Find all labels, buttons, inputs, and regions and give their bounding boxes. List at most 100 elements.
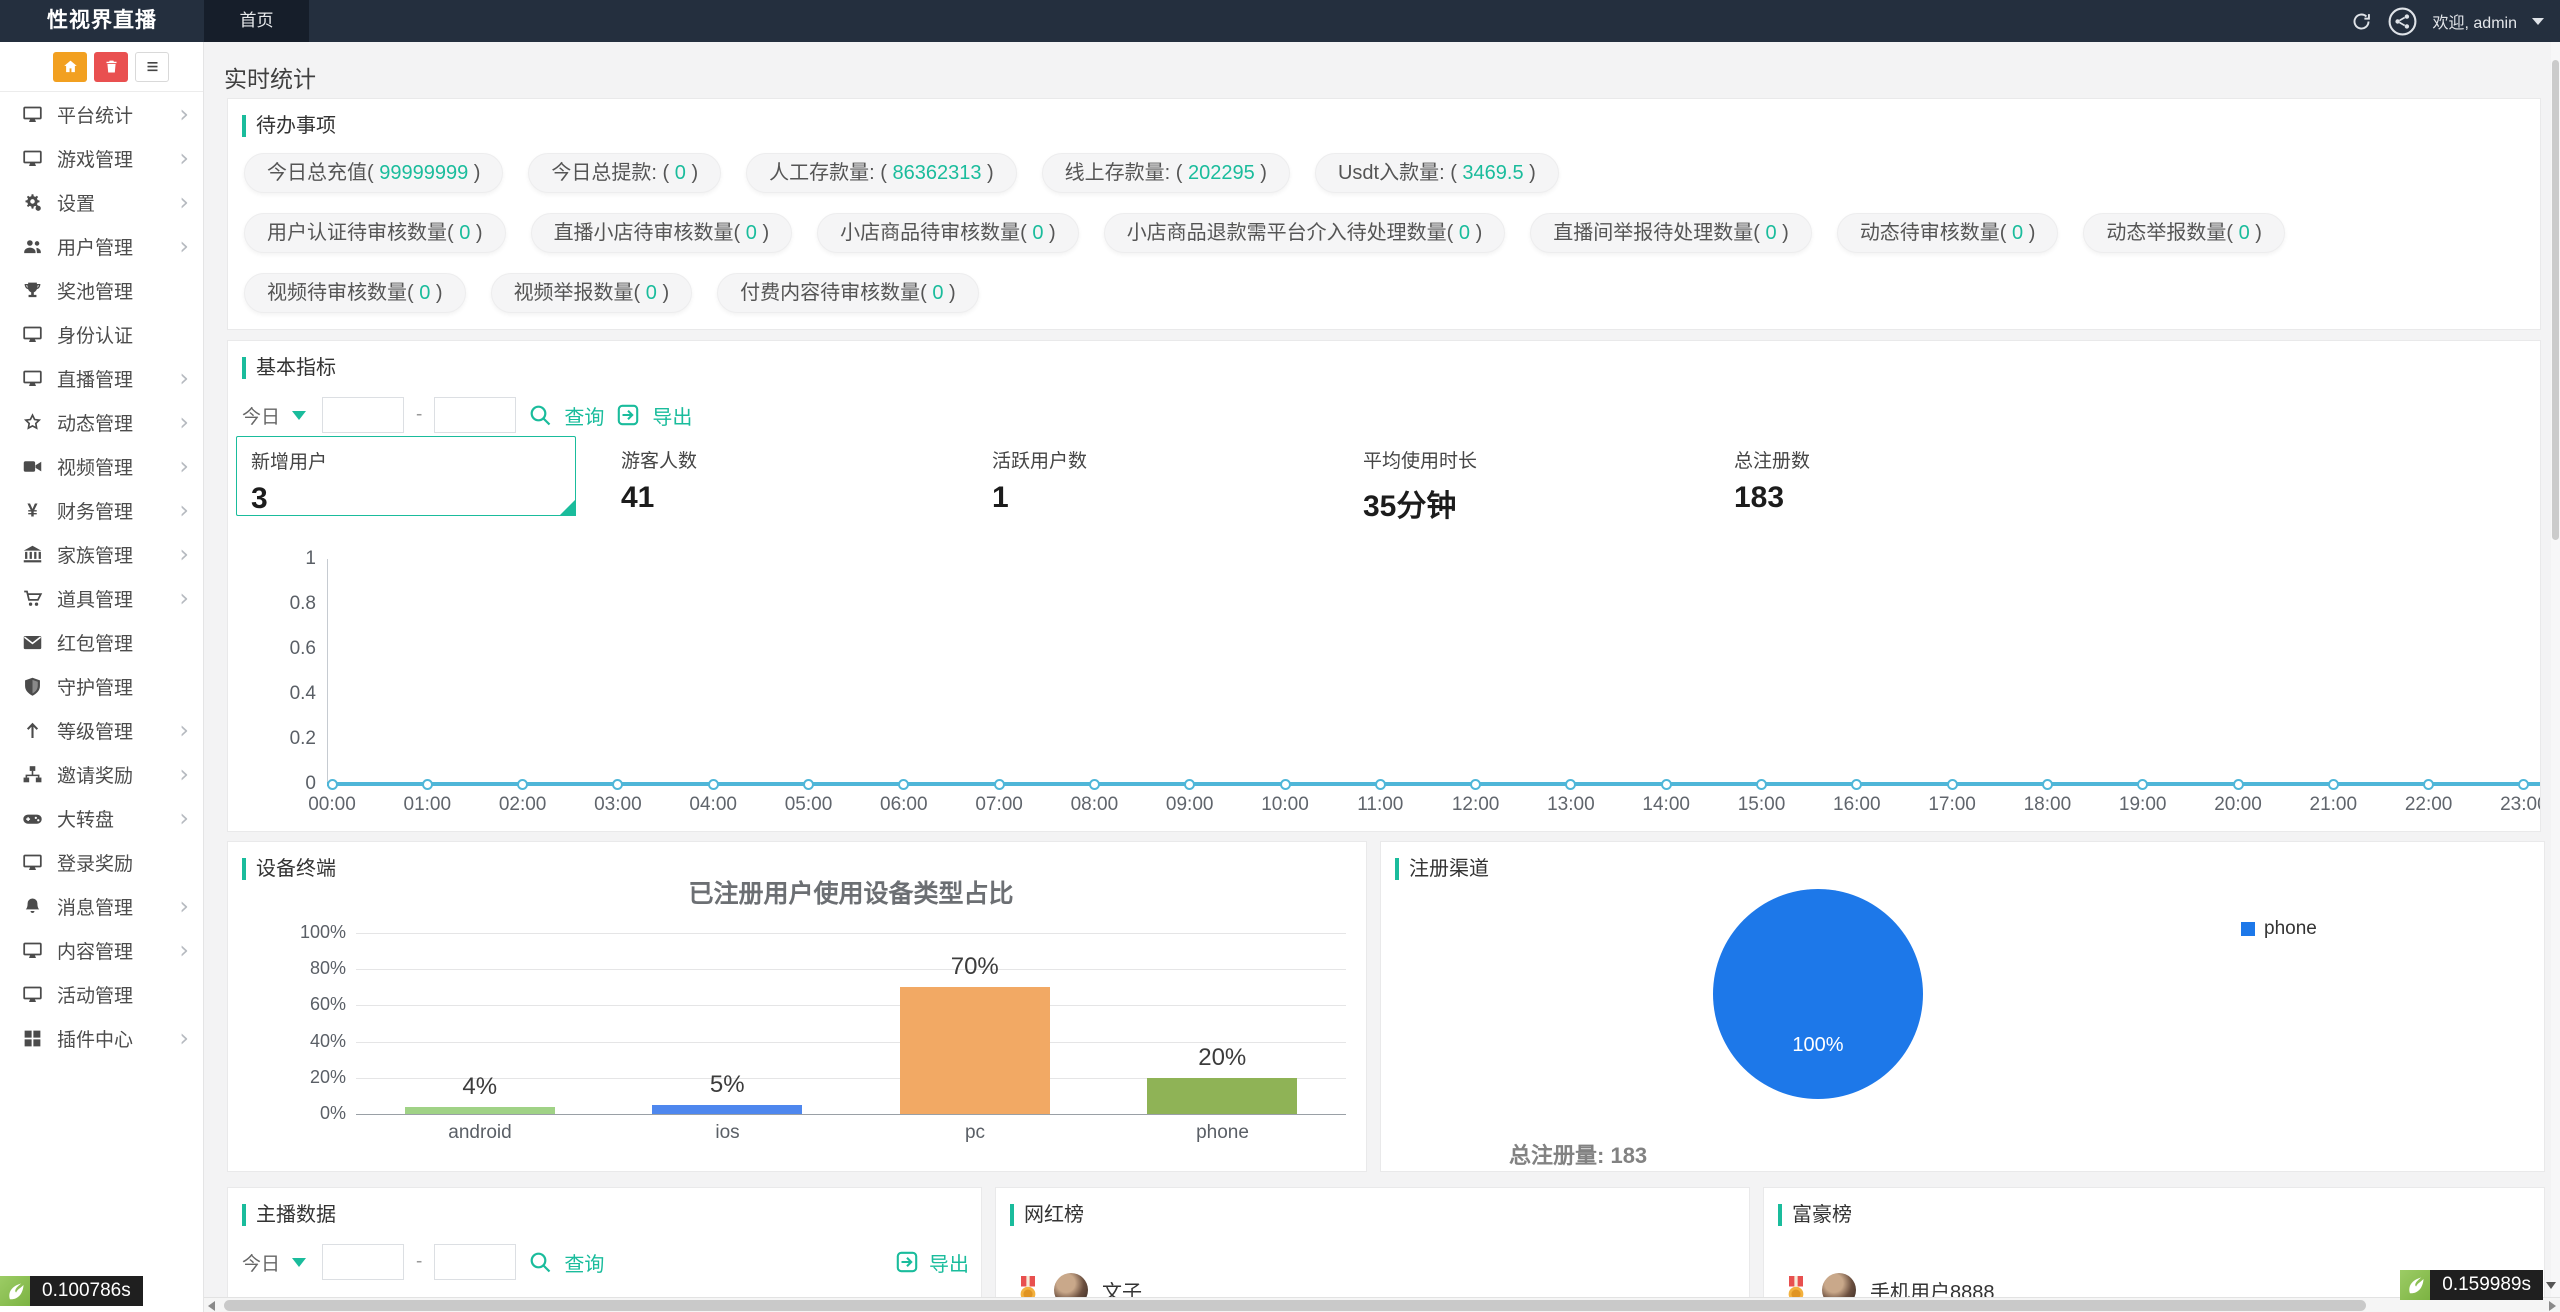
export-button[interactable]: 导出	[652, 401, 692, 430]
todo-pill[interactable]: 人工存款量: ( 86362313 )	[746, 153, 1017, 193]
data-point	[1088, 779, 1100, 790]
sidebar-item-login-rewards[interactable]: 登录奖励	[0, 840, 203, 884]
todo-pill[interactable]: Usdt入款量: ( 3469.5 )	[1314, 153, 1559, 193]
metric-tab-3[interactable]: 平均使用时长 35分钟	[1349, 436, 1720, 523]
todo-pill[interactable]: 小店商品退款需平台介入待处理数量( 0 )	[1103, 213, 1506, 253]
todo-pill[interactable]: 付费内容待审核数量( 0 )	[717, 273, 979, 313]
y-axis-tick: 0.6	[289, 638, 316, 659]
tab-home-label: 首页	[239, 11, 274, 30]
chevron-right-icon: ›	[179, 188, 189, 216]
query-button[interactable]: 查询	[564, 401, 604, 430]
metrics-card: 基本指标 今日 - 查询 导出 新增用户 3 游客人数 41 活跃用户数 1 平均使用时长 3…	[227, 340, 2541, 832]
todo-pill[interactable]: 线上存款量: ( 202295 )	[1041, 153, 1290, 193]
metric-tab-1[interactable]: 游客人数 41	[607, 436, 978, 516]
x-axis-tick: ios	[715, 1122, 740, 1143]
todo-pill[interactable]: 直播间举报待处理数量( 0 )	[1530, 213, 1812, 253]
todo-pill[interactable]: 动态举报数量( 0 )	[2083, 213, 2285, 253]
todo-pill[interactable]: 今日总提款: ( 0 )	[528, 153, 722, 193]
bell-icon	[22, 896, 43, 917]
todo-pill[interactable]: 用户认证待审核数量( 0 )	[244, 213, 506, 253]
sidebar-item-prize-pool[interactable]: 奖池管理	[0, 268, 203, 312]
sidebar-item-game-management[interactable]: 游戏管理 ›	[0, 136, 203, 180]
render-time: 0.159989s	[2430, 1270, 2543, 1300]
debug-trace-left[interactable]: 0.100786s	[0, 1276, 143, 1306]
todo-pill[interactable]: 小店商品待审核数量( 0 )	[817, 213, 1079, 253]
data-point	[1470, 779, 1482, 790]
sidebar-item-plugin-center[interactable]: 插件中心 ›	[0, 1016, 203, 1060]
sidebar-item-family-management[interactable]: 家族管理 ›	[0, 532, 203, 576]
list-item[interactable]: 手机用户8888	[1784, 1273, 1995, 1297]
x-axis-tick: 10:00	[1261, 794, 1309, 815]
sidebar-item-lucky-wheel[interactable]: 大转盘 ›	[0, 796, 203, 840]
todo-pill[interactable]: 今日总充值( 99999999 )	[244, 153, 504, 193]
query-button[interactable]: 查询	[564, 1248, 604, 1277]
sidebar-item-content-management[interactable]: 内容管理 ›	[0, 928, 203, 972]
sidebar-item-settings[interactable]: 设置 ›	[0, 180, 203, 224]
horizontal-scrollbar-thumb[interactable]	[224, 1300, 2366, 1311]
metric-tab-0[interactable]: 新增用户 3	[236, 436, 576, 516]
sidebar-item-user-management[interactable]: 用户管理 ›	[0, 224, 203, 268]
welcome-text[interactable]: 欢迎, admin	[2433, 9, 2517, 33]
data-point	[707, 779, 719, 790]
sidebar-item-live-management[interactable]: 直播管理 ›	[0, 356, 203, 400]
date-to-input[interactable]	[434, 397, 517, 433]
search-icon[interactable]	[528, 403, 552, 427]
list-icon	[145, 59, 160, 74]
sidebar-item-message-management[interactable]: 消息管理 ›	[0, 884, 203, 928]
export-icon[interactable]	[616, 403, 640, 427]
legend-swatch[interactable]	[2241, 922, 2255, 936]
sidebar-item-platform-stats[interactable]: 平台统计 ›	[0, 92, 203, 136]
avatar[interactable]	[2387, 6, 2418, 37]
caret-down-icon[interactable]	[292, 410, 307, 420]
sidebar-item-props-management[interactable]: 道具管理 ›	[0, 576, 203, 620]
vertical-scrollbar[interactable]	[2551, 42, 2560, 1297]
date-from-input[interactable]	[322, 1244, 405, 1280]
caret-down-icon[interactable]	[2546, 1281, 2556, 1289]
rich-header: 富豪榜	[1778, 1204, 2544, 1226]
sidebar-item-label: 家族管理	[57, 545, 134, 567]
export-button[interactable]: 导出	[929, 1248, 969, 1277]
home-icon	[63, 59, 78, 74]
vertical-scrollbar-thumb[interactable]	[2552, 60, 2559, 540]
sidebar-item-video-management[interactable]: 视频管理 ›	[0, 444, 203, 488]
horizontal-scrollbar[interactable]	[204, 1297, 2560, 1312]
sidebar-item-level-management[interactable]: 等级管理 ›	[0, 708, 203, 752]
debug-trace-right[interactable]: 0.159989s	[2400, 1270, 2556, 1300]
todo-pill[interactable]: 视频举报数量( 0 )	[490, 273, 693, 313]
date-from-input[interactable]	[322, 397, 405, 433]
caret-down-icon[interactable]	[292, 1257, 307, 1267]
list-button[interactable]	[135, 51, 169, 82]
metric-tab-4[interactable]: 总注册数 183	[1720, 436, 2091, 516]
sidebar-item-invite-rewards[interactable]: 邀请奖励 ›	[0, 752, 203, 796]
sidebar-item-label: 等级管理	[57, 721, 134, 743]
trash-button[interactable]	[94, 51, 128, 82]
x-axis-tick: 15:00	[1737, 794, 1786, 815]
sidebar-item-activity-management[interactable]: 活动管理	[0, 972, 203, 1016]
todo-pill[interactable]: 动态待审核数量( 0 )	[1836, 213, 2059, 253]
sidebar-item-finance-management[interactable]: ¥ 财务管理 ›	[0, 488, 203, 532]
scroll-right-arrow[interactable]	[2549, 1301, 2556, 1311]
home-button[interactable]	[53, 51, 87, 82]
date-to-input[interactable]	[434, 1244, 517, 1280]
todo-pill[interactable]: 视频待审核数量( 0 )	[244, 273, 466, 313]
range-select-label[interactable]: 今日	[242, 1249, 280, 1276]
sidebar-item-redpacket-management[interactable]: 红包管理	[0, 620, 203, 664]
sidebar-item-label: 守护管理	[57, 677, 134, 699]
data-point	[1374, 779, 1386, 790]
sidebar-item-moments-management[interactable]: 动态管理 ›	[0, 400, 203, 444]
range-select-label[interactable]: 今日	[242, 402, 280, 429]
sidebar-item-identity-auth[interactable]: 身份认证	[0, 312, 203, 356]
sidebar-item-label: 游戏管理	[57, 149, 134, 171]
monitor-icon	[22, 368, 43, 389]
tab-home[interactable]: 首页	[204, 0, 309, 42]
rank-name: 文子	[1102, 1281, 1142, 1298]
legend-label[interactable]: phone	[2264, 918, 2317, 940]
search-icon[interactable]	[528, 1250, 552, 1274]
todo-pill[interactable]: 直播小店待审核数量( 0 )	[530, 213, 793, 253]
list-item[interactable]: 文子	[1016, 1273, 1142, 1297]
scroll-left-arrow[interactable]	[208, 1301, 215, 1311]
metric-tab-2[interactable]: 活跃用户数 1	[978, 436, 1349, 516]
refresh-icon[interactable]	[2351, 11, 2372, 32]
sidebar-item-guard-management[interactable]: 守护管理	[0, 664, 203, 708]
export-icon[interactable]	[895, 1250, 919, 1274]
